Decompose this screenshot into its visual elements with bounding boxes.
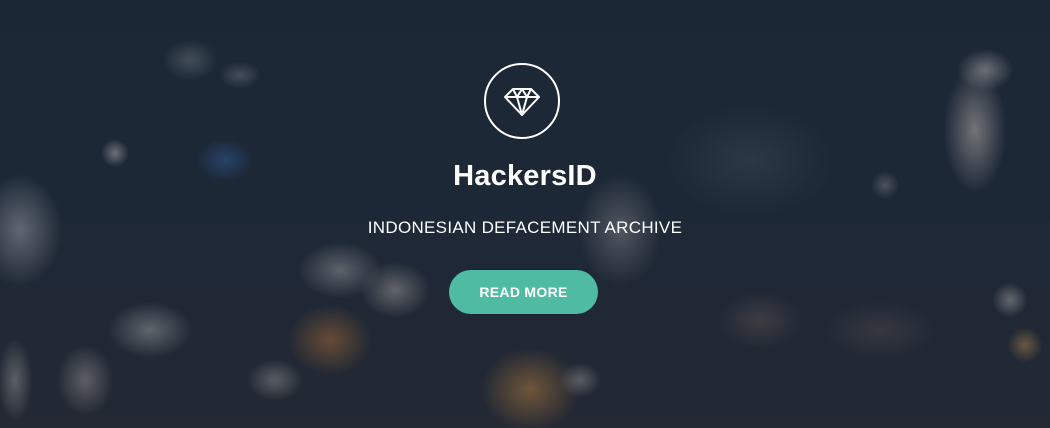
logo-badge	[484, 63, 560, 139]
diamond-icon	[504, 88, 540, 116]
site-title: HackersID	[453, 160, 597, 192]
site-tagline: INDONESIAN DEFACEMENT ARCHIVE	[367, 218, 683, 237]
hero-section: HackersID INDONESIAN DEFACEMENT ARCHIVE …	[0, 0, 1050, 428]
hero-content: HackersID INDONESIAN DEFACEMENT ARCHIVE …	[0, 0, 1050, 428]
read-more-button[interactable]: READ MORE	[449, 270, 598, 314]
